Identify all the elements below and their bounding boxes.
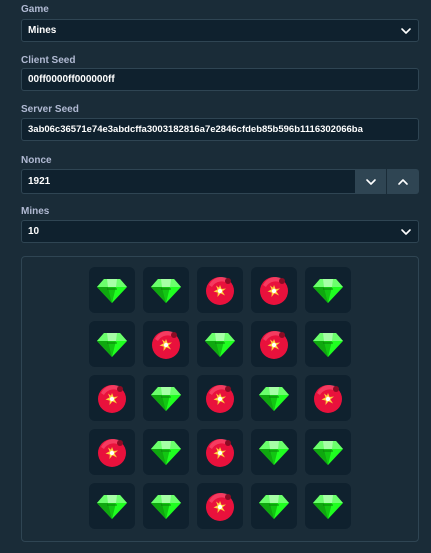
client-seed-input[interactable]: 00ff0000ff000000ff xyxy=(21,68,419,91)
server-seed-value: 3ab06c36571e74e3abdcffa3003182816a7e2846… xyxy=(28,124,363,135)
board-tile[interactable] xyxy=(251,267,297,313)
game-label: Game xyxy=(21,4,49,15)
gem-icon xyxy=(311,489,345,523)
gem-icon xyxy=(149,381,183,415)
mine-icon xyxy=(95,381,129,415)
mines-label: Mines xyxy=(21,206,50,217)
mines-select-value: 10 xyxy=(28,226,40,237)
mine-icon xyxy=(203,273,237,307)
gem-icon xyxy=(95,489,129,523)
chevron-down-icon xyxy=(365,178,376,185)
nonce-value: 1921 xyxy=(28,176,51,187)
gem-icon xyxy=(149,489,183,523)
mines-board xyxy=(21,256,419,542)
board-tile[interactable] xyxy=(143,321,189,367)
nonce-decrement-button[interactable] xyxy=(355,169,387,194)
board-tile[interactable] xyxy=(305,483,351,529)
mine-icon xyxy=(257,273,291,307)
gem-icon xyxy=(257,435,291,469)
server-seed-input[interactable]: 3ab06c36571e74e3abdcffa3003182816a7e2846… xyxy=(21,118,419,141)
chevron-down-icon xyxy=(401,27,411,34)
gem-icon xyxy=(95,273,129,307)
board-tile[interactable] xyxy=(197,375,243,421)
gem-icon xyxy=(311,273,345,307)
gem-icon xyxy=(257,381,291,415)
nonce-input[interactable]: 1921 xyxy=(21,169,355,194)
gem-icon xyxy=(149,273,183,307)
mine-icon xyxy=(95,435,129,469)
client-seed-label: Client Seed xyxy=(21,55,76,66)
gem-icon xyxy=(257,489,291,523)
game-select-value: Mines xyxy=(28,25,57,36)
nonce-label: Nonce xyxy=(21,155,52,166)
board-tile[interactable] xyxy=(89,429,135,475)
gem-icon xyxy=(203,327,237,361)
game-select[interactable]: Mines xyxy=(21,19,419,42)
board-tile[interactable] xyxy=(305,267,351,313)
mine-icon xyxy=(203,381,237,415)
chevron-up-icon xyxy=(398,178,408,185)
gem-icon xyxy=(311,327,345,361)
mine-icon xyxy=(203,435,237,469)
board-tile[interactable] xyxy=(251,429,297,475)
chevron-down-icon xyxy=(401,228,411,235)
board-tile[interactable] xyxy=(143,375,189,421)
mine-icon xyxy=(149,327,183,361)
board-tile[interactable] xyxy=(197,483,243,529)
board-tile[interactable] xyxy=(89,375,135,421)
board-tile[interactable] xyxy=(197,267,243,313)
nonce-increment-button[interactable] xyxy=(387,169,419,194)
nonce-control: 1921 xyxy=(21,169,419,194)
mines-select[interactable]: 10 xyxy=(21,220,419,243)
board-tile[interactable] xyxy=(89,267,135,313)
mine-icon xyxy=(257,327,291,361)
board-tile[interactable] xyxy=(305,375,351,421)
board-tile[interactable] xyxy=(305,429,351,475)
board-tile[interactable] xyxy=(197,321,243,367)
gem-icon xyxy=(149,435,183,469)
board-tile[interactable] xyxy=(89,483,135,529)
board-tile[interactable] xyxy=(89,321,135,367)
board-tile[interactable] xyxy=(143,483,189,529)
gem-icon xyxy=(95,327,129,361)
board-tile[interactable] xyxy=(143,429,189,475)
board-tile[interactable] xyxy=(197,429,243,475)
mine-icon xyxy=(311,381,345,415)
client-seed-value: 00ff0000ff000000ff xyxy=(28,74,115,85)
board-tile[interactable] xyxy=(251,483,297,529)
server-seed-label: Server Seed xyxy=(21,104,79,115)
board-tile[interactable] xyxy=(251,321,297,367)
board-tile[interactable] xyxy=(143,267,189,313)
gem-icon xyxy=(311,435,345,469)
mine-icon xyxy=(203,489,237,523)
board-tile[interactable] xyxy=(305,321,351,367)
board-tile[interactable] xyxy=(251,375,297,421)
